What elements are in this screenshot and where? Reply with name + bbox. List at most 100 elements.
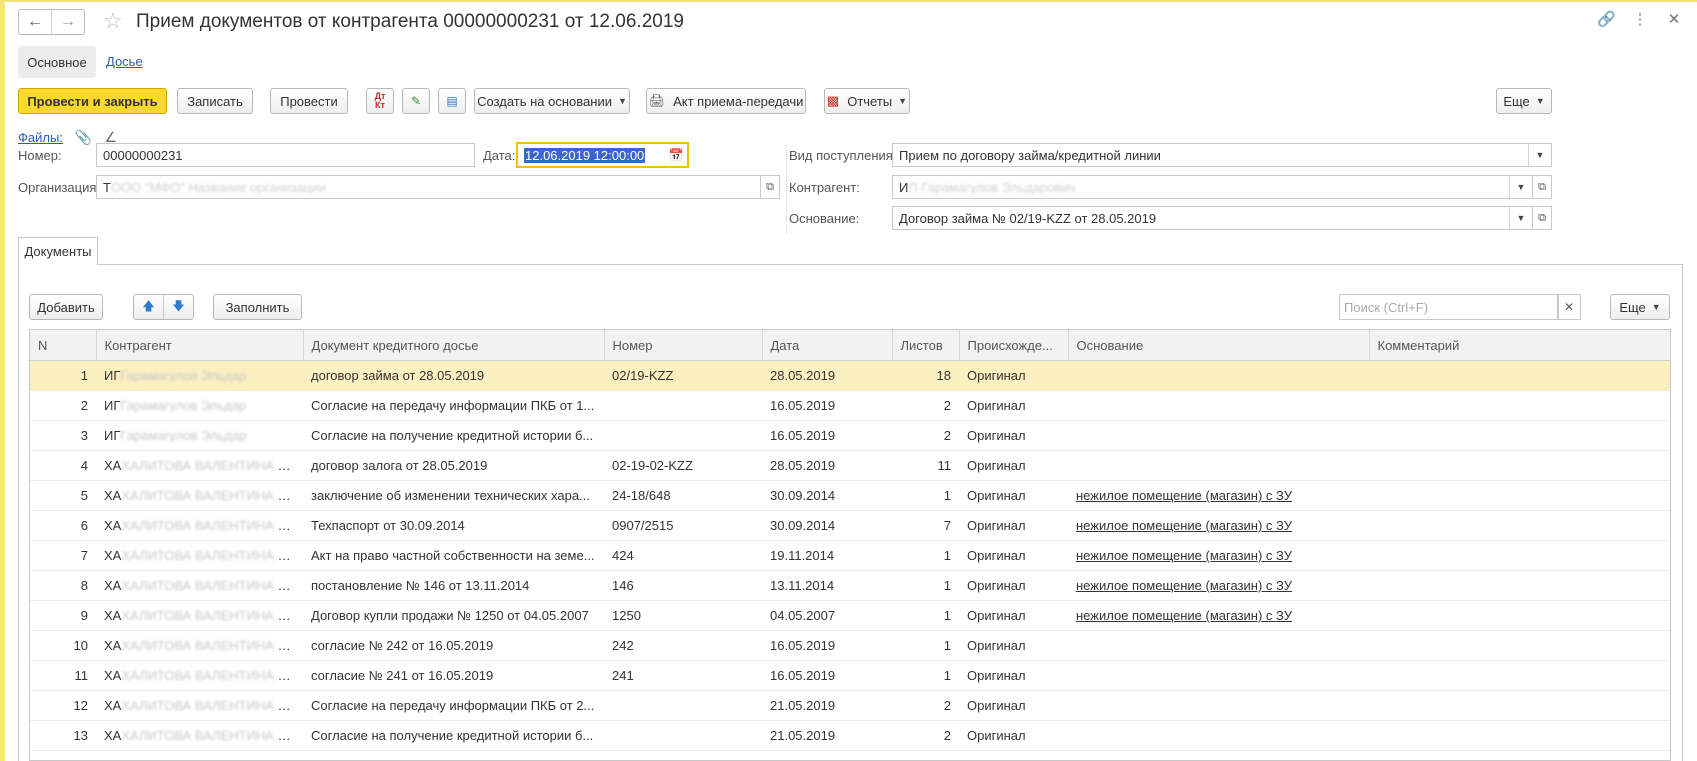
cell-comment[interactable]	[1369, 660, 1670, 691]
basis-link[interactable]: нежилое помещение (магазин) с ЗУ	[1076, 548, 1292, 563]
cell-counterparty[interactable]: ИГГарамагулов Эльдар	[96, 420, 303, 451]
cell-sheets[interactable]: 2	[892, 390, 959, 421]
link-icon[interactable]: 🔗	[1597, 10, 1616, 28]
cell-origin[interactable]: Оригинал	[959, 720, 1068, 751]
cell-comment[interactable]	[1369, 360, 1670, 391]
more-vertical-icon[interactable]: ⋮	[1631, 10, 1649, 28]
col-comment[interactable]: Комментарий	[1369, 330, 1670, 361]
cell-date[interactable]: 16.05.2019	[762, 630, 892, 661]
counterparty-field[interactable]: ИП Гарамагулов Эльдарович ▼	[892, 175, 1533, 199]
cell-counterparty[interactable]: ХАХАЛИТОВА ВАЛЕНТИНА ФИО...	[96, 720, 303, 751]
cell-date[interactable]: 16.05.2019	[762, 660, 892, 691]
structure-icon[interactable]: ▤	[438, 88, 466, 114]
forward-arrow-icon[interactable]: →	[51, 10, 84, 34]
clear-search-icon[interactable]: ✕	[1557, 294, 1581, 320]
cell-sheets[interactable]: 7	[892, 510, 959, 541]
cell-document[interactable]: договор займа от 28.05.2019	[303, 360, 604, 391]
cell-sheets[interactable]: 18	[892, 360, 959, 391]
col-basis[interactable]: Основание	[1068, 330, 1370, 361]
cell-number[interactable]: 242	[604, 630, 762, 661]
cell-sheets[interactable]: 1	[892, 630, 959, 661]
table-row[interactable]: 1 ИГГарамагулов Эльдар договор займа от 28…	[30, 360, 1670, 391]
cell-sheets[interactable]: 2	[892, 720, 959, 751]
cell-number[interactable]: 02-19-02-KZZ	[604, 450, 762, 481]
number-field[interactable]: 00000000231	[96, 143, 475, 167]
cell-comment[interactable]	[1369, 720, 1670, 751]
cell-basis[interactable]: нежилое помещение (магазин) с ЗУ	[1068, 570, 1369, 601]
cell-comment[interactable]	[1369, 420, 1670, 451]
cell-document[interactable]: Согласие на передачу информации ПКБ от 1…	[303, 390, 604, 421]
cell-counterparty[interactable]: ХАХАЛИТОВА ВАЛЕНТИНА ФИО...	[96, 480, 303, 511]
post-and-close-button[interactable]: Провести и закрыть	[18, 88, 167, 114]
cell-date[interactable]: 19.11.2014	[762, 540, 892, 571]
date-field[interactable]: 12.06.2019 12:00:00 📅	[516, 142, 689, 168]
cell-basis[interactable]	[1068, 360, 1369, 391]
cell-basis[interactable]: нежилое помещение (магазин) с ЗУ	[1068, 540, 1369, 571]
organization-field[interactable]: Т ООО "МФО" Название организации	[96, 175, 761, 199]
cell-date[interactable]: 30.09.2014	[762, 480, 892, 511]
col-sheets[interactable]: Листов	[892, 330, 960, 361]
table-row[interactable]: 12ХАХАЛИТОВА ВАЛЕНТИНА ФИО...Согласие на…	[30, 690, 1670, 721]
chevron-down-icon[interactable]: ▼	[1509, 176, 1532, 198]
table-row[interactable]: 13ХАХАЛИТОВА ВАЛЕНТИНА ФИО...Согласие на…	[30, 720, 1670, 751]
cell-document[interactable]: Акт на право частной собственности на зе…	[303, 540, 604, 571]
cell-document[interactable]: заключение об изменении технических хара…	[303, 480, 604, 511]
cell-basis[interactable]	[1068, 420, 1369, 451]
cell-sheets[interactable]: 1	[892, 480, 959, 511]
move-up-icon[interactable]: 🡅	[134, 295, 163, 319]
cell-basis[interactable]: нежилое помещение (магазин) с ЗУ	[1068, 510, 1369, 541]
cell-number[interactable]	[604, 420, 762, 451]
col-n[interactable]: N	[30, 330, 97, 361]
table-more-button[interactable]: Еще ▼	[1610, 294, 1670, 320]
table-row[interactable]: 3 ИГГарамагулов Эльдар Согласие на получен…	[30, 420, 1670, 451]
table-row[interactable]: 6ХАХАЛИТОВА ВАЛЕНТИНА ФИО...Техпаспорт о…	[30, 510, 1670, 541]
cell-basis[interactable]	[1068, 690, 1369, 721]
open-organization-icon[interactable]: ⧉	[760, 175, 780, 199]
cell-origin[interactable]: Оригинал	[959, 570, 1068, 601]
create-based-on-button[interactable]: Создать на основании ▼	[474, 88, 630, 114]
cell-document[interactable]: Согласие на получение кредитной истории …	[303, 420, 604, 451]
cell-document[interactable]: согласие № 242 от 16.05.2019	[303, 630, 604, 661]
cell-counterparty[interactable]: ИГГарамагулов Эльдар	[96, 390, 303, 421]
reports-button[interactable]: ▩ Отчеты ▼	[824, 88, 910, 114]
calendar-icon[interactable]: 📅	[665, 144, 687, 166]
cell-sheets[interactable]: 1	[892, 600, 959, 631]
move-down-icon[interactable]: 🡇	[163, 295, 193, 319]
col-origin[interactable]: Происхожде...	[959, 330, 1069, 361]
cell-comment[interactable]	[1369, 630, 1670, 661]
cell-date[interactable]: 28.05.2019	[762, 450, 892, 481]
cell-document[interactable]: согласие № 241 от 16.05.2019	[303, 660, 604, 691]
cell-document[interactable]: постановление № 146 от 13.11.2014	[303, 570, 604, 601]
cell-counterparty[interactable]: ХАХАЛИТОВА ВАЛЕНТИНА ФИО...	[96, 540, 303, 571]
tab-dossier[interactable]: Досье	[106, 54, 143, 69]
cell-date[interactable]: 28.05.2019	[762, 360, 892, 391]
cell-origin[interactable]: Оригинал	[959, 600, 1068, 631]
cell-date[interactable]: 21.05.2019	[762, 720, 892, 751]
cell-comment[interactable]	[1369, 480, 1670, 511]
table-row[interactable]: 9ХАХАЛИТОВА ВАЛЕНТИНА ФИО...Договор купл…	[30, 600, 1670, 631]
cell-number[interactable]: 24-18/648	[604, 480, 762, 511]
cell-origin[interactable]: Оригинал	[959, 480, 1068, 511]
cell-date[interactable]: 16.05.2019	[762, 390, 892, 421]
cell-number[interactable]: 424	[604, 540, 762, 571]
table-row[interactable]: 4ХАХАЛИТОВА ВАЛЕНТИНА ФИО...договор зало…	[30, 450, 1670, 481]
search-input[interactable]: Поиск (Ctrl+F)	[1339, 294, 1559, 320]
cell-comment[interactable]	[1369, 510, 1670, 541]
cell-number[interactable]: 241	[604, 660, 762, 691]
table-row[interactable]: 2 ИГГарамагулов Эльдар Согласие на передач…	[30, 390, 1670, 421]
cell-number[interactable]: 02/19-KZZ	[604, 360, 762, 391]
cell-counterparty[interactable]: ХАХАЛИТОВА ВАЛЕНТИНА ФИО...	[96, 660, 303, 691]
back-arrow-icon[interactable]: ←	[19, 10, 51, 34]
table-row[interactable]: 11ХАХАЛИТОВА ВАЛЕНТИНА ФИО...согласие № …	[30, 660, 1670, 691]
cell-origin[interactable]: Оригинал	[959, 420, 1068, 451]
cell-comment[interactable]	[1369, 690, 1670, 721]
cell-document[interactable]: Согласие на получение кредитной истории …	[303, 720, 604, 751]
cell-document[interactable]: Договор купли продажи № 1250 от 04.05.20…	[303, 600, 604, 631]
cell-number[interactable]: 1250	[604, 600, 762, 631]
open-counterparty-icon[interactable]: ⧉	[1532, 175, 1552, 199]
table-row[interactable]: 10ХАХАЛИТОВА ВАЛЕНТИНА ФИО...согласие № …	[30, 630, 1670, 661]
table-row[interactable]: 7ХАХАЛИТОВА ВАЛЕНТИНА ФИО...Акт на право…	[30, 540, 1670, 571]
cell-date[interactable]: 30.09.2014	[762, 510, 892, 541]
cell-origin[interactable]: Оригинал	[959, 510, 1068, 541]
cell-counterparty[interactable]: ХАХАЛИТОВА ВАЛЕНТИНА ФИО...	[96, 630, 303, 661]
